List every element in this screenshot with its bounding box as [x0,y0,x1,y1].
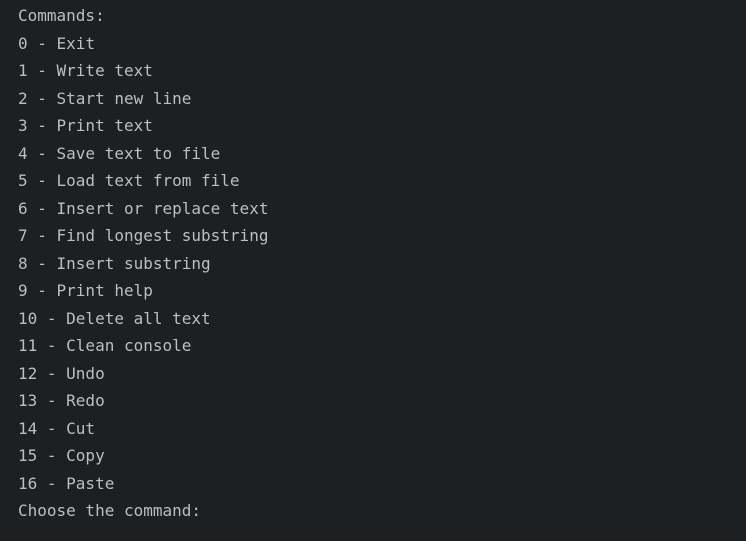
prompt-text: Choose the command: [18,501,202,520]
command-item-15: 15 - Copy [18,446,105,465]
command-item-8: 8 - Insert substring [18,253,211,273]
command-item-11: 11 - Clean console [18,336,192,355]
command-item-14: 14 - Cut [18,418,96,438]
command-item-2: 2 - Start new line [18,88,192,108]
commands-header: Commands: [18,6,105,25]
console-output[interactable]: Commands: 0 - Exit 1 - Write text 2 - St… [0,0,746,541]
command-item-0: 0 - Exit [18,33,96,53]
command-item-12: 12 - Undo [18,363,105,383]
command-item-3: 3 - Print text [18,116,153,135]
command-prompt[interactable]: Choose the command: [18,497,746,525]
command-item-1: 1 - Write text [18,61,153,80]
command-item-7: 7 - Find longest substring [18,226,269,245]
command-item-6: 6 - Insert or replace text [18,198,269,218]
command-item-9: 9 - Print help [18,281,153,300]
command-item-13: 13 - Redo [18,391,105,410]
command-item-5: 5 - Load text from file [18,171,240,190]
command-item-4: 4 - Save text to file [18,143,221,163]
command-item-10: 10 - Delete all text [18,308,211,328]
command-item-16: 16 - Paste [18,473,115,493]
